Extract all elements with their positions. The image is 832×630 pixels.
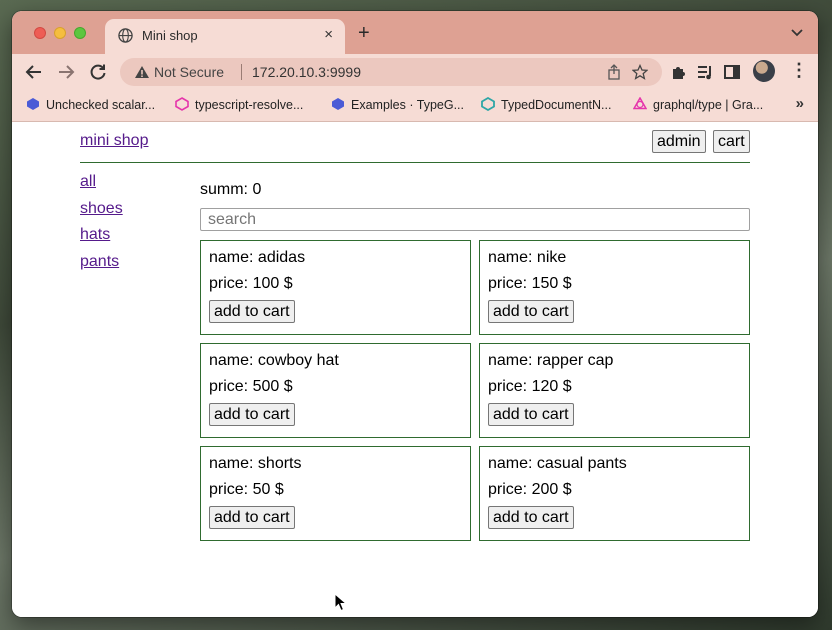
product-name: name: cowboy hat (209, 352, 339, 369)
category-link-pants[interactable]: pants (80, 251, 180, 278)
bookmarks-bar: Unchecked scalar... typescript-resolve..… (12, 89, 818, 122)
category-sidebar: all shoes hats pants (80, 171, 180, 277)
product-name: name: nike (488, 249, 567, 266)
close-window-button[interactable] (34, 27, 46, 39)
maximize-window-button[interactable] (74, 27, 86, 39)
address-divider (241, 64, 242, 80)
browser-menu-icon[interactable]: ⋮ (790, 60, 808, 80)
category-link-hats[interactable]: hats (80, 224, 180, 251)
add-to-cart-button[interactable]: add to cart (209, 506, 295, 529)
bookmark-favicon-icon (332, 98, 344, 110)
product-card: name: shorts price: 50 $ add to cart (200, 446, 471, 541)
browser-window: Mini shop × + Not Secure 172.20.10.3:999… (12, 11, 818, 617)
product-price: price: 150 $ (488, 275, 572, 292)
product-price: price: 120 $ (488, 378, 572, 395)
bookmark-favicon-icon (27, 98, 39, 110)
bookmark-examples-typegraphql[interactable]: Examples · TypeG... (331, 97, 464, 115)
bookmark-label: graphql/type | Gra... (653, 98, 764, 112)
tab-strip: Mini shop × + (12, 11, 818, 54)
forward-arrow-icon[interactable] (56, 62, 76, 82)
product-price: price: 200 $ (488, 481, 572, 498)
product-card: name: casual pants price: 200 $ add to c… (479, 446, 750, 541)
bookmark-typeddocumentnode[interactable]: TypedDocumentN... (481, 97, 611, 115)
shop-header: mini shop admin cart (80, 123, 750, 163)
product-grid: name: adidas price: 100 $ add to cart na… (200, 240, 750, 541)
bookmark-label: TypedDocumentN... (501, 98, 612, 112)
media-queue-icon[interactable] (696, 63, 714, 81)
cart-summary: summ: 0 (200, 181, 262, 198)
bookmark-unchecked-scalar[interactable]: Unchecked scalar... (26, 97, 155, 115)
mouse-cursor-icon (334, 593, 348, 612)
warning-icon[interactable] (134, 65, 150, 79)
category-link-all[interactable]: all (80, 171, 180, 198)
bookmark-label: Examples · TypeG... (351, 98, 465, 112)
search-input[interactable] (200, 208, 750, 231)
chevron-down-icon[interactable] (790, 26, 804, 40)
product-name: name: shorts (209, 455, 302, 472)
new-tab-button[interactable]: + (358, 23, 370, 43)
product-price: price: 50 $ (209, 481, 284, 498)
bookmark-star-icon[interactable] (632, 64, 648, 80)
product-name: name: casual pants (488, 455, 627, 472)
reload-icon[interactable] (88, 62, 108, 82)
product-name: name: rapper cap (488, 352, 614, 369)
browser-toolbar: Not Secure 172.20.10.3:9999 ⋮ (12, 54, 818, 89)
bookmark-favicon-icon (175, 97, 189, 111)
category-link-shoes[interactable]: shoes (80, 198, 180, 225)
product-card: name: cowboy hat price: 500 $ add to car… (200, 343, 471, 438)
add-to-cart-button[interactable]: add to cart (209, 403, 295, 426)
product-card: name: adidas price: 100 $ add to cart (200, 240, 471, 335)
tab-title: Mini shop (142, 28, 198, 43)
bookmark-label: Unchecked scalar... (46, 98, 156, 112)
security-label[interactable]: Not Secure (154, 64, 224, 80)
bookmark-favicon-icon (633, 97, 647, 110)
bookmark-label: typescript-resolve... (195, 98, 304, 112)
address-bar[interactable]: Not Secure 172.20.10.3:9999 (120, 58, 662, 86)
url-text[interactable]: 172.20.10.3:9999 (252, 64, 361, 80)
product-name: name: adidas (209, 249, 306, 266)
bookmark-graphql-type[interactable]: graphql/type | Gra... (633, 97, 763, 115)
globe-icon (118, 28, 133, 43)
tab-close-icon[interactable]: × (324, 27, 333, 43)
shop-logo-link[interactable]: mini shop (80, 132, 148, 150)
add-to-cart-button[interactable]: add to cart (488, 300, 574, 323)
add-to-cart-button[interactable]: add to cart (488, 403, 574, 426)
bookmark-typescript-resolvers[interactable]: typescript-resolve... (175, 97, 303, 115)
browser-tab[interactable]: Mini shop × (105, 19, 345, 54)
back-arrow-icon[interactable] (24, 62, 44, 82)
add-to-cart-button[interactable]: add to cart (488, 506, 574, 529)
admin-button[interactable]: admin (652, 130, 706, 153)
product-card: name: rapper cap price: 120 $ add to car… (479, 343, 750, 438)
bookmark-favicon-icon (481, 97, 495, 111)
product-card: name: nike price: 150 $ add to cart (479, 240, 750, 335)
share-icon[interactable] (606, 64, 622, 80)
extensions-puzzle-icon[interactable] (670, 63, 688, 81)
product-price: price: 100 $ (209, 275, 293, 292)
cart-button[interactable]: cart (713, 130, 750, 153)
profile-avatar[interactable] (753, 60, 775, 82)
side-panel-icon[interactable] (723, 63, 741, 81)
more-bookmarks-icon[interactable]: » (796, 95, 804, 112)
product-price: price: 500 $ (209, 378, 293, 395)
add-to-cart-button[interactable]: add to cart (209, 300, 295, 323)
minimize-window-button[interactable] (54, 27, 66, 39)
page-content: mini shop admin cart all shoes hats pant… (12, 123, 818, 617)
